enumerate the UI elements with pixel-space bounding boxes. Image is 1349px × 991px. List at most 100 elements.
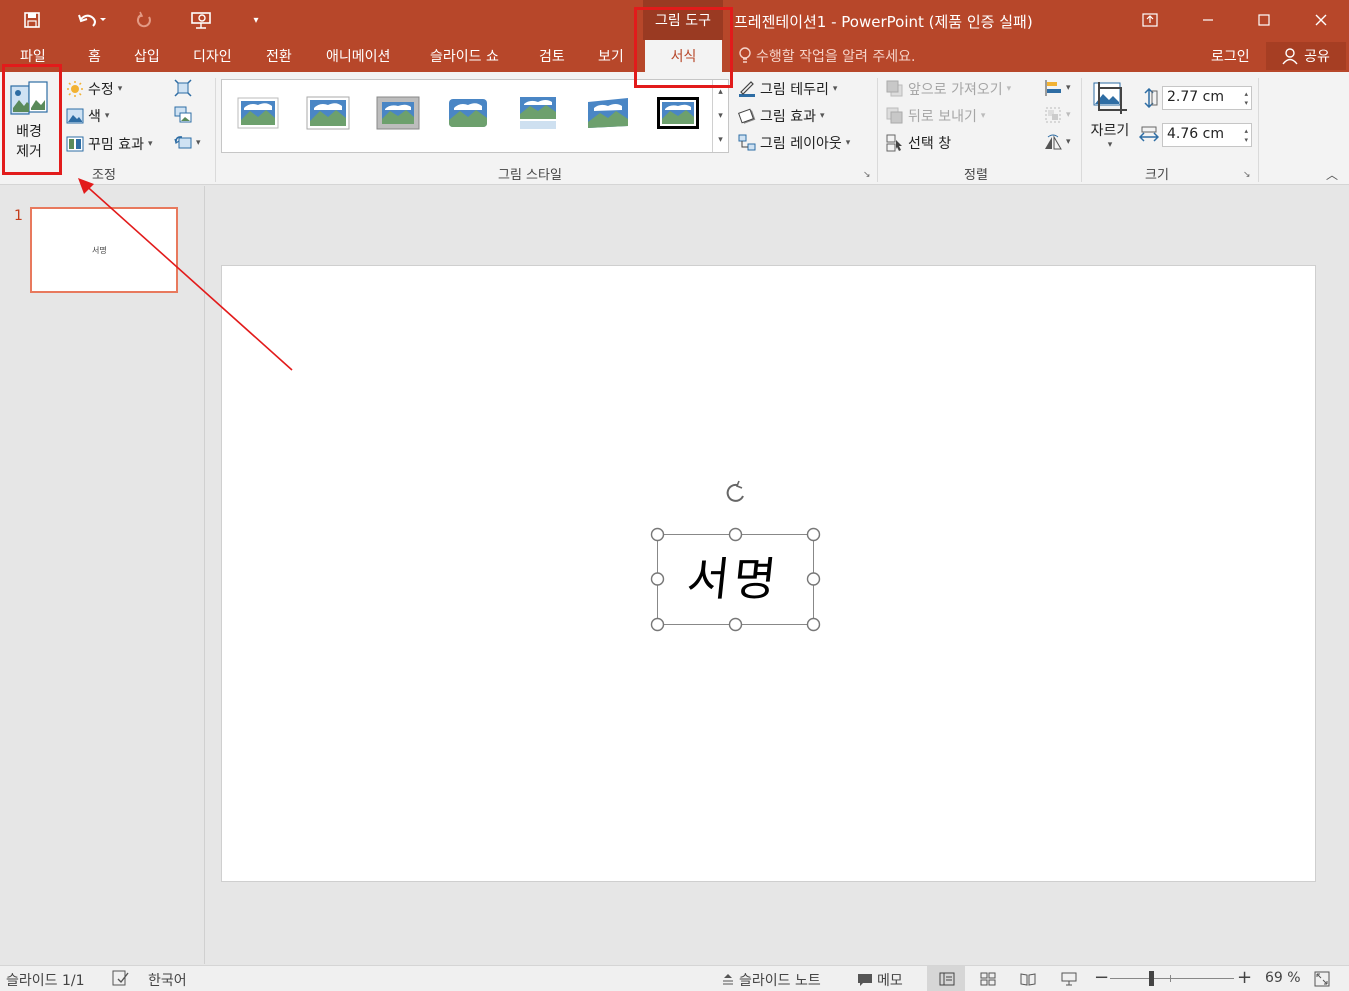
tell-me-box[interactable]: 수행할 작업을 알려 주세요. [738, 46, 915, 66]
comment-icon [858, 974, 872, 986]
save-icon[interactable] [20, 8, 44, 32]
zoom-slider-track[interactable] [1110, 978, 1234, 979]
tab-file[interactable]: 파일 [20, 46, 46, 66]
align-button[interactable]: ▾ [1044, 79, 1071, 97]
spell-check-icon[interactable] [112, 970, 130, 986]
gallery-more[interactable]: ▾ [712, 128, 728, 152]
send-backward-button[interactable]: 뒤로 보내기 ▾ [886, 106, 985, 126]
tab-review[interactable]: 검토 [539, 46, 565, 66]
slide-indicator[interactable]: 슬라이드 1/1 [6, 970, 85, 990]
zoom-level[interactable]: 69 % [1265, 970, 1301, 986]
gallery-scroll-down[interactable]: ▾ [712, 104, 728, 128]
width-input[interactable]: 4.76 cm ▴ ▾ [1162, 123, 1252, 147]
tab-animations[interactable]: 애니메이션 [326, 46, 390, 66]
crop-button[interactable]: 자르기 ▾ [1087, 78, 1133, 164]
dialog-launcher-icon[interactable]: ↘ [863, 170, 871, 180]
picture-effects-button[interactable]: 그림 효과 ▾ [738, 106, 825, 126]
tab-design[interactable]: 디자인 [193, 46, 232, 66]
selection-pane-label: 선택 창 [908, 136, 952, 152]
corrections-label: 수정 [88, 82, 114, 98]
chevron-down-icon: ▾ [819, 111, 825, 121]
picture-style-3[interactable] [376, 96, 420, 130]
comments-label: 메모 [877, 973, 903, 989]
chevron-down-icon: ▾ [845, 138, 851, 148]
share-button[interactable]: 공유 [1266, 42, 1346, 70]
group-icon [1045, 107, 1061, 123]
ribbon-display-icon[interactable] [1130, 6, 1170, 34]
picture-selection-handles [650, 527, 821, 632]
tab-view[interactable]: 보기 [598, 46, 624, 66]
picture-border-label: 그림 테두리 [760, 82, 829, 98]
artistic-effects-icon [66, 136, 84, 152]
change-picture-button[interactable] [174, 106, 192, 124]
present-icon[interactable] [188, 8, 214, 32]
picture-effects-icon [738, 108, 756, 124]
chevron-down-icon: ▾ [196, 138, 201, 148]
person-icon [1282, 48, 1298, 65]
redo-icon[interactable] [132, 8, 156, 32]
bring-forward-label: 앞으로 가져오기 [908, 82, 1003, 98]
compress-pictures-button[interactable] [174, 79, 192, 97]
crop-label: 자르기 [1090, 123, 1130, 139]
zoom-slider-thumb[interactable] [1149, 971, 1154, 986]
slide-sorter-icon[interactable] [980, 972, 996, 986]
send-backward-label: 뒤로 보내기 [908, 109, 977, 125]
compress-icon [174, 79, 192, 97]
zoom-out-button[interactable]: − [1094, 967, 1109, 988]
slideshow-view-icon[interactable] [1061, 972, 1077, 986]
picture-layout-label: 그림 레이아웃 [760, 136, 842, 152]
width-spinner[interactable]: ▴ ▾ [1244, 127, 1248, 145]
minimize-icon[interactable] [1188, 6, 1228, 34]
picture-style-4[interactable] [446, 96, 490, 130]
picture-style-2[interactable] [306, 96, 350, 130]
status-bar: 슬라이드 1/1 한국어 슬라이드 노트 메모 − + 69 % [0, 965, 1349, 991]
notes-icon [723, 974, 733, 985]
chevron-down-icon: ▾ [1066, 137, 1071, 147]
reset-picture-button[interactable]: ▾ [174, 134, 201, 152]
rotate-icon [1045, 134, 1062, 150]
tab-slideshow[interactable]: 슬라이드 쇼 [430, 46, 499, 66]
bring-forward-button[interactable]: 앞으로 가져오기 ▾ [886, 79, 1011, 99]
close-icon[interactable] [1301, 6, 1341, 34]
selection-pane-button[interactable]: 선택 창 [886, 133, 951, 153]
width-icon [1139, 126, 1159, 142]
zoom-in-button[interactable]: + [1237, 967, 1252, 988]
picture-style-7[interactable] [656, 96, 700, 130]
picture-border-button[interactable]: 그림 테두리 ▾ [738, 79, 837, 99]
chevron-down-icon: ▾ [1006, 84, 1012, 94]
tab-home[interactable]: 홈 [88, 46, 101, 66]
notes-button[interactable]: 슬라이드 노트 [721, 970, 821, 990]
language-indicator[interactable]: 한국어 [148, 970, 187, 990]
picture-style-1[interactable] [236, 96, 280, 130]
bring-forward-icon [886, 80, 903, 97]
customize-icon[interactable]: ▾ [248, 8, 264, 32]
picture-layout-button[interactable]: 그림 레이아웃 ▾ [738, 133, 850, 153]
color-button[interactable]: 색 ▾ [66, 106, 109, 126]
chevron-down-icon: ▾ [980, 111, 986, 121]
maximize-icon[interactable] [1244, 6, 1284, 34]
tab-transitions[interactable]: 전환 [266, 46, 292, 66]
share-label: 공유 [1304, 49, 1330, 65]
artistic-effects-button[interactable]: 꾸밈 효과 ▾ [66, 134, 153, 154]
document-title: 프레젠테이션1 - PowerPoint (제품 인증 실패) [734, 13, 1033, 31]
height-input[interactable]: 2.77 cm ▴ ▾ [1162, 86, 1252, 110]
send-backward-icon [886, 107, 903, 124]
picture-style-6[interactable] [586, 96, 630, 130]
picture-style-5[interactable] [516, 96, 560, 130]
separator [877, 78, 878, 182]
corrections-button[interactable]: 수정 ▾ [66, 79, 122, 99]
collapse-ribbon-icon[interactable]: ︿ [1326, 166, 1338, 183]
dialog-launcher-icon[interactable]: ↘ [1243, 170, 1251, 180]
chevron-down-icon: ▾ [104, 111, 110, 121]
sign-in-link[interactable]: 로그인 [1211, 46, 1250, 66]
height-spinner[interactable]: ▴ ▾ [1244, 90, 1248, 108]
reading-view-icon[interactable] [1020, 972, 1036, 986]
fit-to-window-icon[interactable] [1314, 971, 1330, 987]
group-objects-button[interactable]: ▾ [1044, 106, 1071, 124]
normal-view-button[interactable] [927, 966, 965, 991]
highlight-remove-background [2, 64, 62, 175]
undo-icon[interactable] [72, 8, 112, 32]
tab-insert[interactable]: 삽입 [134, 46, 160, 66]
comments-button[interactable]: 메모 [857, 970, 903, 990]
rotate-button[interactable]: ▾ [1044, 133, 1071, 151]
